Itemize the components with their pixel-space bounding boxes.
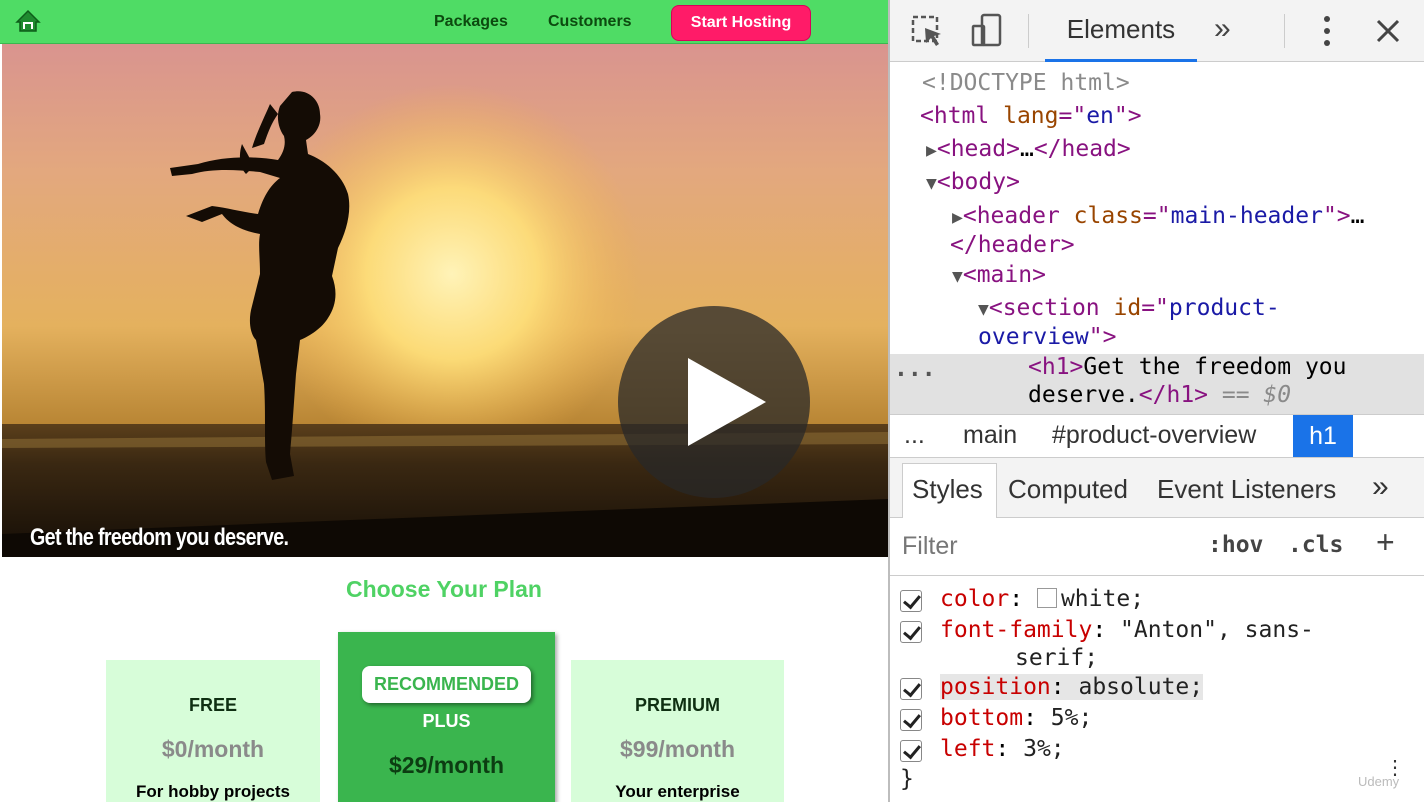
dom-section-cont[interactable]: overview">: [978, 324, 1116, 350]
logo-icon[interactable]: [14, 8, 42, 34]
dom-body[interactable]: ▼<body>: [926, 169, 1020, 195]
dom-tree: <!DOCTYPE html> <html lang="en"> ▶<head>…: [890, 62, 1424, 414]
dom-header-close[interactable]: </header>: [950, 232, 1075, 258]
declaration-checkbox[interactable]: [900, 678, 922, 700]
main-header: Packages Customers Start Hosting: [0, 0, 888, 44]
styles-tab-bar: Styles Computed Event Listeners »: [890, 458, 1424, 518]
plan-card-plus[interactable]: RECOMMENDED PLUS $29/month: [338, 632, 555, 802]
breadcrumb-more[interactable]: ...: [904, 421, 925, 450]
devtools-toolbar: Elements »: [890, 0, 1424, 62]
expanded-triangle-icon[interactable]: ▼: [926, 173, 937, 194]
inspect-element-icon[interactable]: [910, 14, 944, 48]
start-hosting-button[interactable]: Start Hosting: [671, 5, 811, 41]
dom-section[interactable]: ▼<section id="product-: [978, 295, 1280, 321]
device-toolbar-icon[interactable]: [970, 12, 1004, 48]
dom-doctype[interactable]: <!DOCTYPE html>: [922, 70, 1130, 96]
udemy-watermark: Udemy: [1358, 774, 1400, 789]
dom-h1-selected[interactable]: <h1>Get the freedom you: [1028, 354, 1347, 380]
dom-main[interactable]: ▼<main>: [952, 262, 1046, 288]
website-viewport: Packages Customers Start Hosting Get the…: [0, 0, 890, 802]
tab-computed[interactable]: Computed: [1008, 474, 1128, 505]
breadcrumb-h1[interactable]: h1: [1293, 415, 1353, 457]
dom-head[interactable]: ▶<head>…</head>: [926, 136, 1131, 162]
declaration-checkbox[interactable]: [900, 740, 922, 762]
plan-price: $99/month: [619, 736, 736, 762]
rule-menu-icon[interactable]: ⋮: [1385, 757, 1405, 777]
filter-input[interactable]: Filter: [902, 532, 958, 561]
more-tabs-icon[interactable]: »: [1214, 12, 1231, 46]
recommended-badge: RECOMMENDED: [361, 666, 531, 703]
node-actions-icon[interactable]: ...: [894, 356, 936, 382]
nav-customers[interactable]: Customers: [548, 13, 632, 31]
declaration-checkbox[interactable]: [900, 590, 922, 612]
color-swatch-icon[interactable]: [1036, 588, 1057, 608]
styles-filter-bar: Filter :hov .cls +: [890, 518, 1424, 576]
toolbar-divider: [1284, 14, 1285, 48]
tab-event-listeners[interactable]: Event Listeners: [1157, 474, 1336, 505]
plan-price: $29/month: [388, 752, 505, 778]
plan-name: PLUS: [422, 711, 471, 731]
plan-card-premium[interactable]: PREMIUM $99/month Your enterprise: [571, 660, 784, 802]
plan-description: Your enterprise: [615, 782, 740, 801]
collapsed-triangle-icon[interactable]: ▶: [926, 140, 937, 161]
expanded-triangle-icon[interactable]: ▼: [952, 266, 963, 287]
devtools-panel: Elements » <!DOCTYPE html> <html lang="e…: [890, 0, 1424, 802]
expanded-triangle-icon[interactable]: ▼: [978, 299, 989, 320]
tab-styles[interactable]: Styles: [912, 474, 983, 505]
plans-heading: Choose Your Plan: [346, 576, 542, 602]
dom-html[interactable]: <html lang="en">: [920, 103, 1142, 129]
plan-price: $0/month: [161, 736, 265, 762]
style-declaration-cont: serif;: [1015, 645, 1099, 671]
breadcrumb-section[interactable]: #product-overview: [1052, 421, 1256, 450]
plan-name: PREMIUM: [635, 695, 720, 715]
more-style-tabs-icon[interactable]: »: [1372, 470, 1389, 504]
kebab-menu-icon[interactable]: [1315, 14, 1339, 48]
rule-close-brace: }: [900, 766, 914, 792]
breadcrumb: ... main #product-overview h1: [890, 414, 1424, 458]
class-toggle[interactable]: .cls: [1288, 532, 1343, 558]
new-rule-plus-icon[interactable]: +: [1376, 524, 1395, 561]
style-rules: color: white; font-family: "Anton", sans…: [890, 578, 1424, 802]
plan-description: For hobby projects: [136, 782, 290, 801]
nav-packages[interactable]: Packages: [434, 13, 508, 31]
plan-name: FREE: [188, 695, 237, 715]
collapsed-triangle-icon[interactable]: ▶: [952, 207, 963, 228]
video-play-button[interactable]: [618, 306, 810, 498]
breadcrumb-main[interactable]: main: [963, 421, 1017, 450]
hero-heading: Get the freedom you deserve.: [30, 524, 289, 551]
dom-h1-selected-cont[interactable]: deserve.</h1> == $0: [1028, 382, 1291, 408]
plan-card-free[interactable]: FREE $0/month For hobby projects: [106, 660, 320, 802]
hover-state-toggle[interactable]: :hov: [1208, 532, 1263, 558]
tab-elements[interactable]: Elements: [1045, 0, 1197, 62]
play-icon: [688, 358, 766, 446]
toolbar-divider: [1028, 14, 1029, 48]
declaration-checkbox[interactable]: [900, 709, 922, 731]
dom-header[interactable]: ▶<header class="main-header">…: [952, 203, 1365, 229]
declaration-checkbox[interactable]: [900, 621, 922, 643]
close-icon[interactable]: [1375, 18, 1401, 44]
